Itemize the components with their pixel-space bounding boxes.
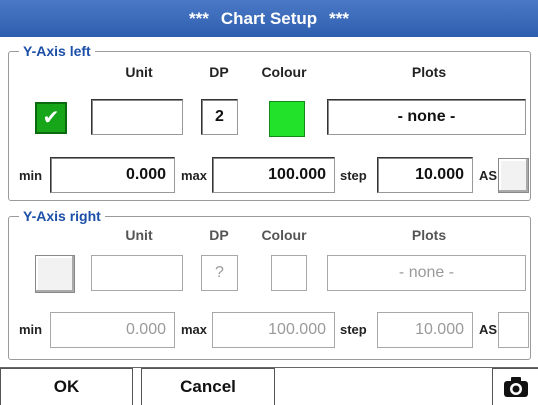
dp-header: DP xyxy=(209,227,229,243)
title-bar: *** Chart Setup *** xyxy=(0,0,538,37)
as-label: AS xyxy=(479,168,498,183)
unit-header: Unit xyxy=(125,64,153,80)
colour-header: Colour xyxy=(261,64,307,80)
title-deco-left: *** xyxy=(188,9,209,28)
left-step-field[interactable]: 10.000 xyxy=(377,157,473,193)
right-dp-field: ? xyxy=(201,255,238,291)
right-as-button xyxy=(498,312,529,348)
right-max-field: 100.000 xyxy=(212,312,335,348)
dp-header: DP xyxy=(209,64,229,80)
y-axis-right-group: Y-Axis right Unit DP Colour Plots ? - no… xyxy=(8,207,531,360)
y-axis-left-legend: Y-Axis left xyxy=(19,42,95,60)
left-unit-field[interactable] xyxy=(91,99,183,135)
colour-header: Colour xyxy=(261,227,307,243)
right-step-field: 10.000 xyxy=(377,312,473,348)
right-plots-field: - none - xyxy=(327,255,526,291)
ok-button[interactable]: OK xyxy=(0,368,133,405)
right-min-field: 0.000 xyxy=(50,312,175,348)
left-max-field[interactable]: 100.000 xyxy=(212,157,335,193)
left-min-field[interactable]: 0.000 xyxy=(50,157,175,193)
max-label: max xyxy=(181,168,208,183)
title-deco-right: *** xyxy=(329,9,350,28)
screenshot-button[interactable] xyxy=(492,368,538,405)
left-colour-swatch[interactable] xyxy=(269,101,305,137)
min-label: min xyxy=(19,168,43,183)
min-label: min xyxy=(19,322,43,337)
right-unit-field xyxy=(91,255,183,291)
right-axis-enable-checkbox[interactable] xyxy=(35,255,75,293)
check-icon: ✔ xyxy=(42,107,60,129)
as-label: AS xyxy=(479,322,498,337)
step-label: step xyxy=(340,322,367,337)
unit-header: Unit xyxy=(125,227,153,243)
camera-icon xyxy=(503,377,528,397)
plots-header: Plots xyxy=(411,64,447,80)
page-title: Chart Setup xyxy=(220,9,318,28)
left-as-button[interactable] xyxy=(498,158,529,193)
step-label: step xyxy=(340,168,367,183)
y-axis-right-legend: Y-Axis right xyxy=(19,207,105,225)
right-colour-swatch xyxy=(271,255,307,291)
left-axis-enable-checkbox[interactable]: ✔ xyxy=(35,102,67,134)
y-axis-left-group: Y-Axis left Unit DP Colour Plots ✔ 2 - n… xyxy=(8,42,531,201)
left-dp-field[interactable]: 2 xyxy=(201,99,238,135)
plots-header: Plots xyxy=(411,227,447,243)
max-label: max xyxy=(181,322,208,337)
left-plots-field[interactable]: - none - xyxy=(327,99,526,135)
cancel-button[interactable]: Cancel xyxy=(141,368,275,405)
